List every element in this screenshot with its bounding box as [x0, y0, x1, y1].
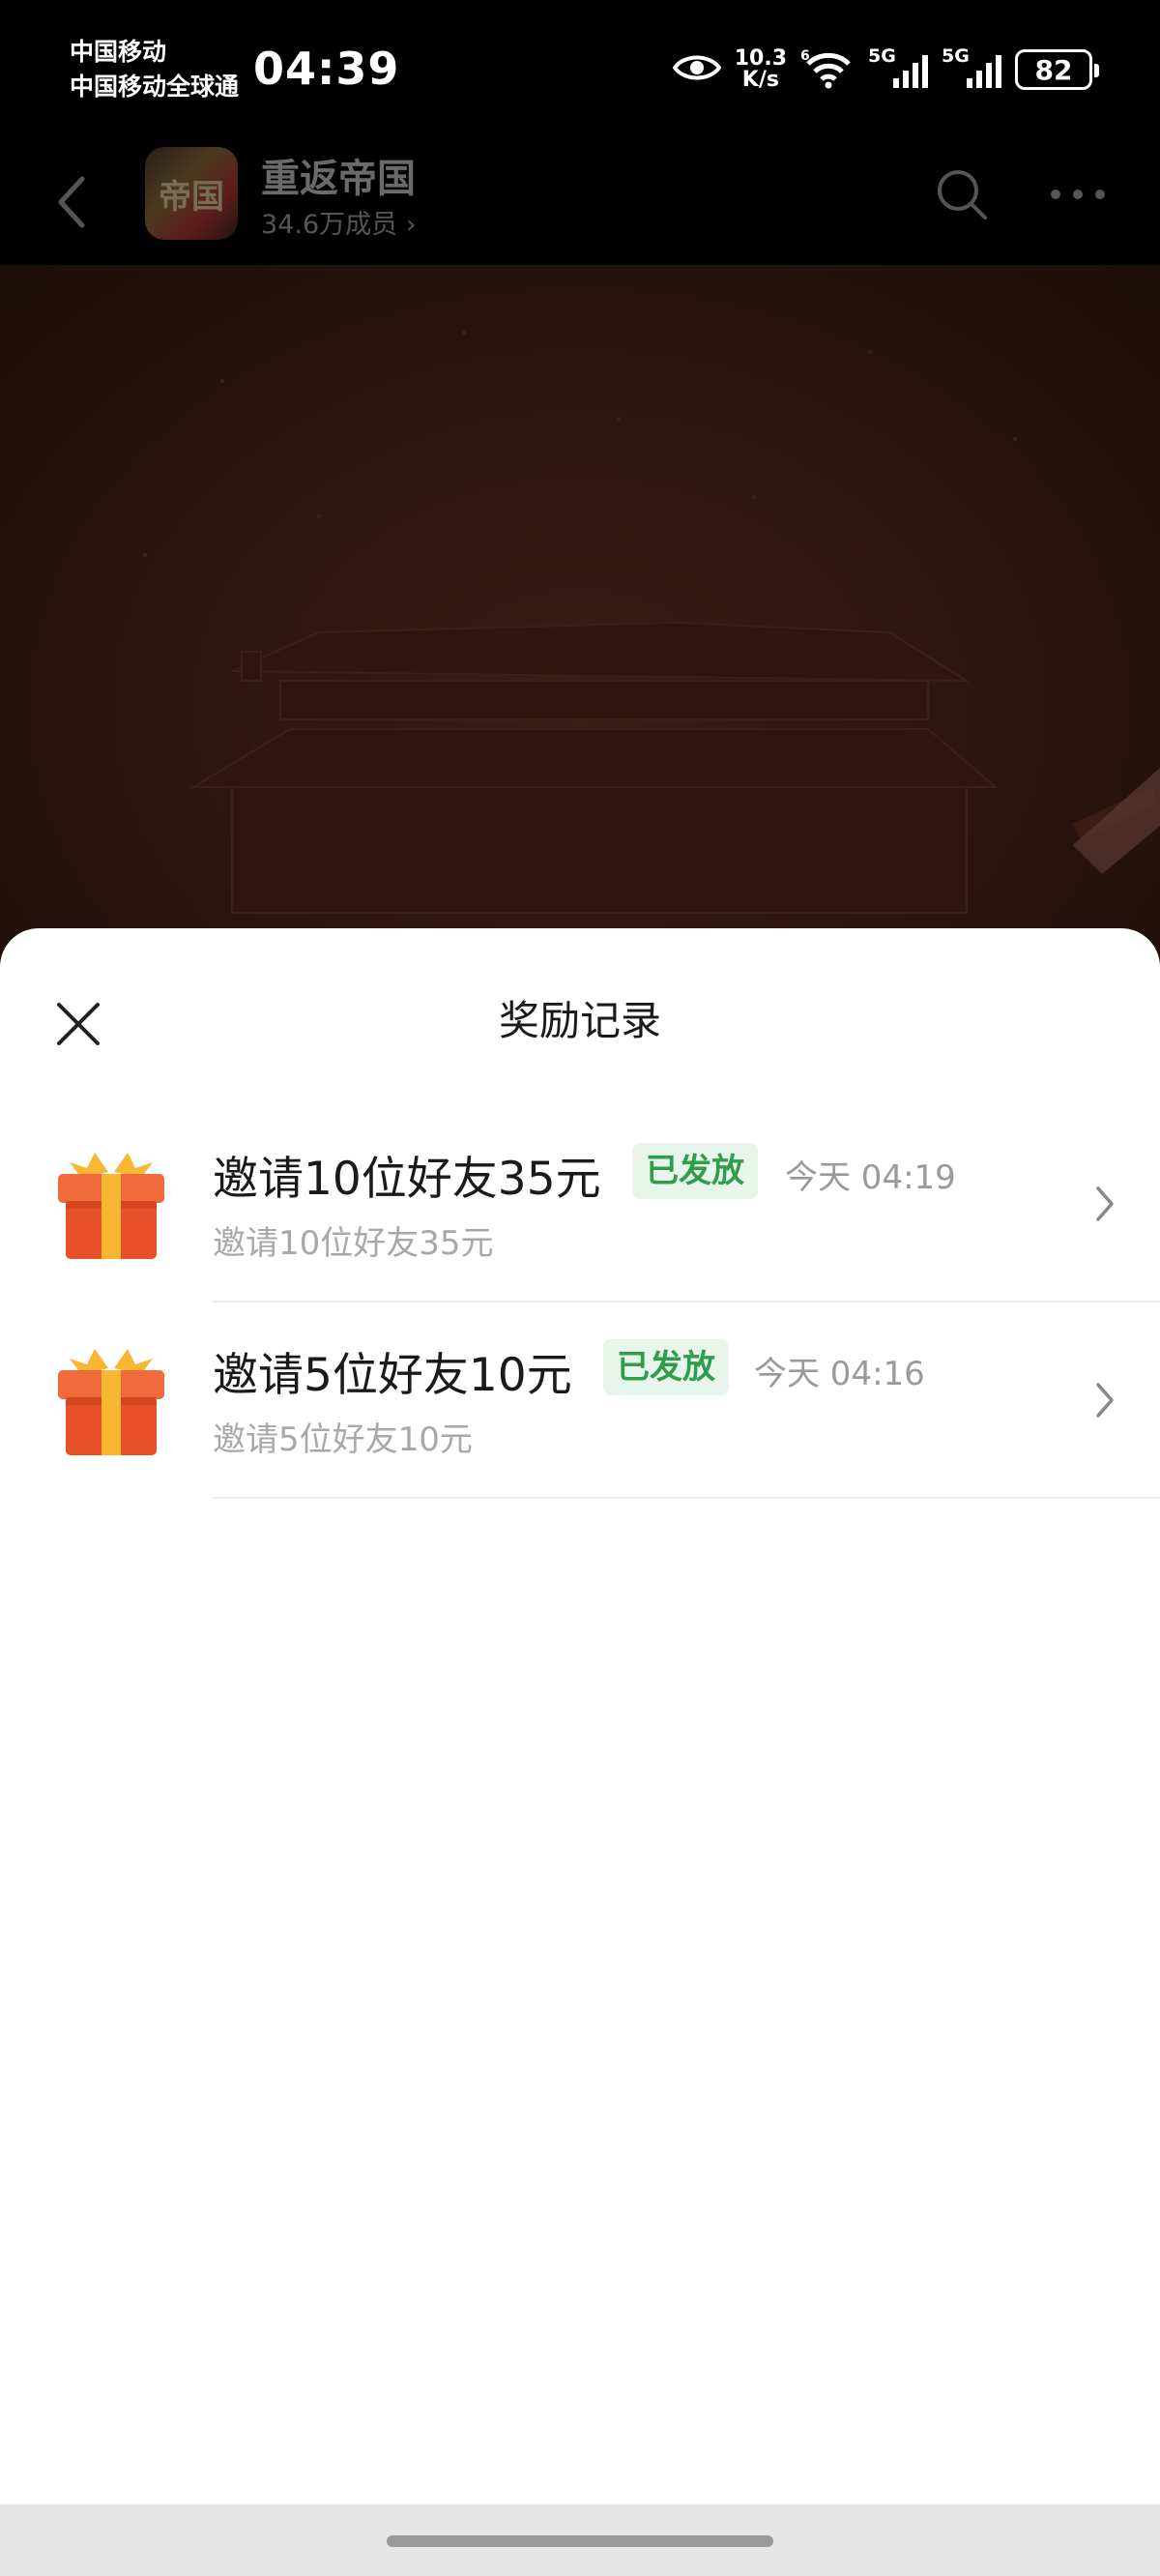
status-badge: 已发放: [603, 1339, 729, 1395]
status-bar: 中国移动 中国移动全球通 04:39 10.3 K/s 6 5G 5G 82: [0, 0, 1160, 143]
home-indicator[interactable]: [387, 2535, 773, 2547]
status-badge: 已发放: [632, 1143, 758, 1199]
chevron-right-icon: [1083, 1170, 1127, 1238]
palace-illustration: [143, 331, 1160, 914]
chevron-right-icon: [1083, 1366, 1127, 1434]
gift-icon: [58, 1349, 164, 1455]
eye-icon: [672, 51, 722, 88]
group-avatar-text: 帝国: [159, 177, 224, 217]
carrier-2: 中国移动全球通: [70, 73, 240, 101]
search-icon: [938, 170, 987, 220]
reward-records-sheet: 奖励记录 邀请10位好友35元 已发放 今天 04:19 邀请10位好友35元: [0, 928, 1160, 2504]
group-avatar[interactable]: 帝国: [145, 147, 238, 240]
group-header: 帝国 重返帝国 34.6万成员 ›: [0, 143, 1160, 265]
group-banner: [0, 265, 1160, 1000]
more-button[interactable]: [1044, 161, 1112, 228]
signal-sim1-icon: 5G: [868, 45, 928, 92]
sim1-network-tag: 5G: [868, 45, 896, 67]
gift-icon: [58, 1153, 164, 1259]
record-time: 今天 04:19: [785, 1158, 956, 1197]
status-icons: 10.3 K/s 6 5G 5G 82: [672, 44, 1099, 95]
reward-record-item[interactable]: 邀请5位好友10元 已发放 今天 04:16 邀请5位好友10元: [0, 1303, 1160, 1499]
record-title: 邀请10位好友35元: [213, 1153, 601, 1206]
back-button[interactable]: [39, 168, 106, 236]
net-speed-unit: K/s: [741, 68, 779, 92]
wifi-icon: 6: [800, 46, 855, 93]
record-subtitle: 邀请10位好友35元: [213, 1224, 494, 1263]
battery-level: 82: [1034, 53, 1073, 86]
member-count[interactable]: 34.6万成员 ›: [261, 203, 417, 241]
more-dots-icon: [1051, 190, 1105, 199]
divider: [213, 1497, 1160, 1499]
signal-bars: [967, 55, 1001, 88]
screen: 中国移动 中国移动全球通 04:39 10.3 K/s 6 5G 5G 82 帝…: [0, 0, 1160, 2576]
clock: 04:39: [253, 43, 400, 95]
chevron-left-icon: [58, 176, 85, 228]
carrier-info: 中国移动 中国移动全球通: [70, 35, 239, 104]
group-name[interactable]: 重返帝国: [261, 147, 416, 203]
signal-sim2-icon: 5G: [942, 45, 1001, 92]
net-speed-value: 10.3: [734, 46, 787, 71]
signal-bars: [893, 55, 928, 88]
network-speed: 10.3 K/s: [735, 48, 787, 91]
battery-icon: 82: [1015, 49, 1099, 90]
sim2-network-tag: 5G: [942, 45, 970, 67]
reward-record-item[interactable]: 邀请10位好友35元 已发放 今天 04:19 邀请10位好友35元: [0, 1106, 1160, 1303]
search-button[interactable]: [928, 161, 996, 228]
record-subtitle: 邀请5位好友10元: [213, 1420, 473, 1459]
record-time: 今天 04:16: [754, 1355, 925, 1393]
carrier-1: 中国移动: [70, 38, 167, 66]
system-nav-bar: [0, 2504, 1160, 2576]
record-title: 邀请5位好友10元: [213, 1349, 572, 1402]
sheet-title: 奖励记录: [498, 997, 661, 1044]
